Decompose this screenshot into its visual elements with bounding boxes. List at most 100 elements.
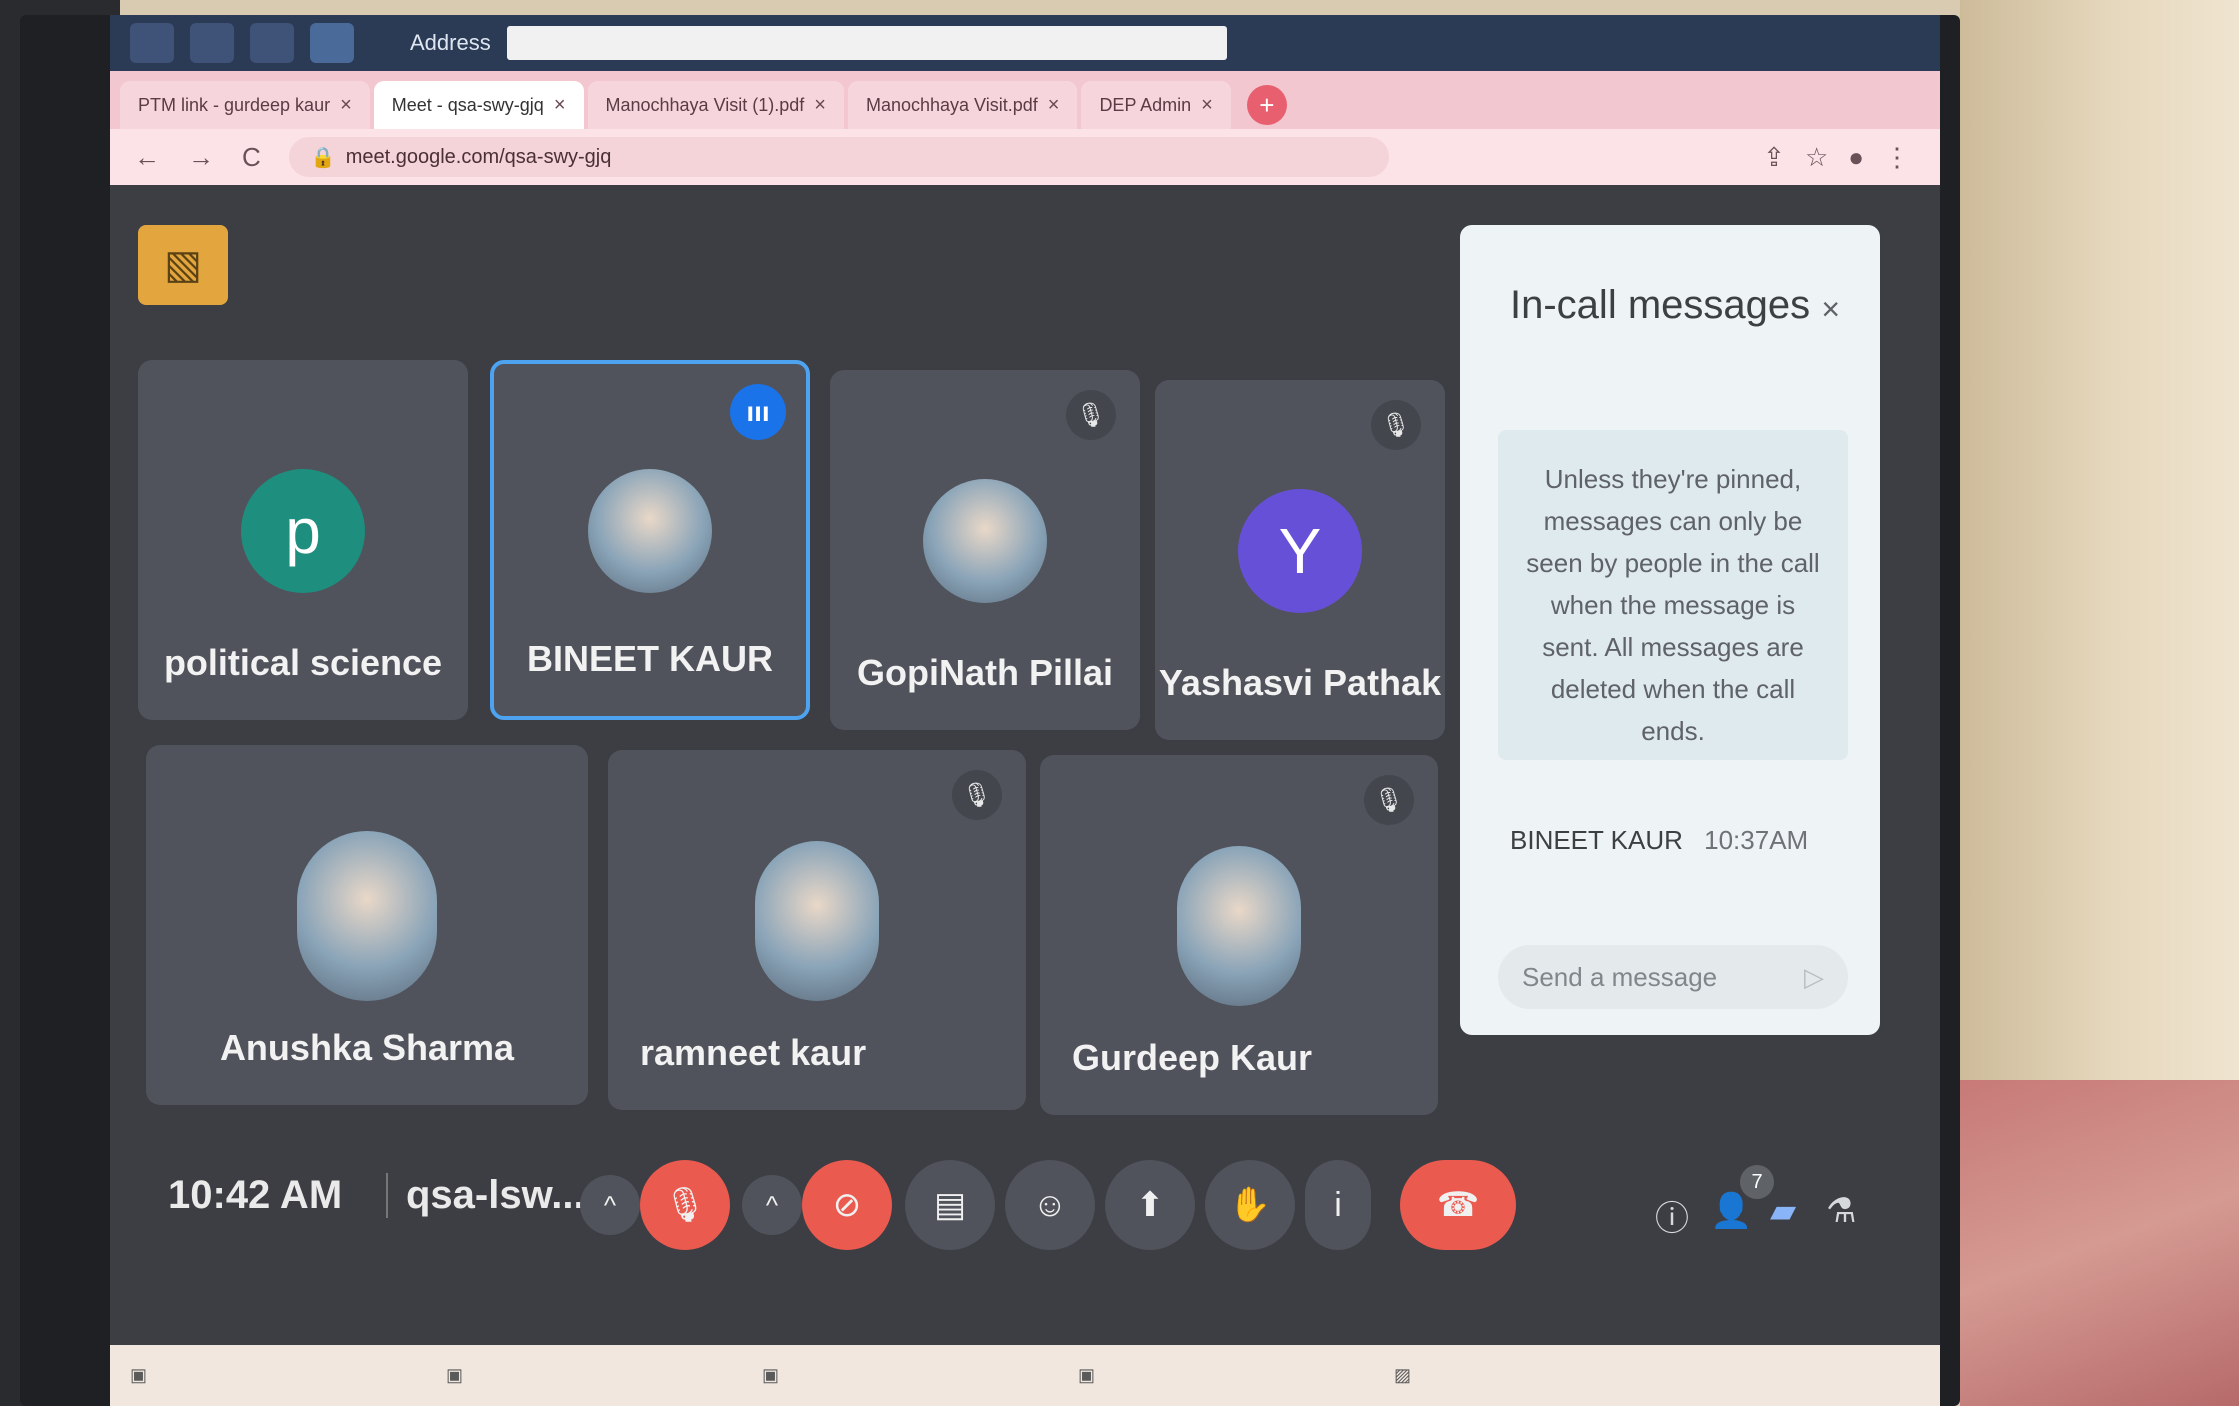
- address-label: Address: [410, 30, 491, 55]
- tab-label: PTM link - gurdeep kaur: [138, 94, 331, 115]
- downloads-bar: ▣ ▣ ▣ ▣ ▨: [110, 1345, 1940, 1406]
- tab-manochhaya-visit[interactable]: Manochhaya Visit.pdf ×: [847, 81, 1078, 129]
- tab-label: Meet - qsa-swy-gjq: [391, 94, 544, 115]
- forward-icon[interactable]: →: [188, 142, 214, 173]
- mic-off-button[interactable]: 🎙: [640, 1160, 730, 1250]
- avatar: p: [241, 469, 365, 593]
- pdf-icon: ▣: [762, 1365, 780, 1385]
- raise-hand-button[interactable]: ✋: [1205, 1160, 1295, 1250]
- host-controls-icon[interactable]: ▧: [138, 225, 228, 305]
- back-icon[interactable]: ←: [134, 142, 160, 173]
- tab-meet[interactable]: Meet - qsa-swy-gjq ×: [373, 81, 584, 129]
- participant-name: Yashasvi Pathak: [1158, 662, 1442, 703]
- participant-tile-active[interactable]: ııı BINEET KAUR: [490, 360, 810, 720]
- participant-tile[interactable]: 🎙 GopiNath Pillai: [830, 370, 1140, 730]
- in-call-messages-panel: In-call messages × Unless they're pinned…: [1460, 225, 1880, 1035]
- send-icon[interactable]: ▷: [1804, 962, 1824, 993]
- avatar: Y: [1238, 489, 1362, 613]
- chat-notice: Unless they're pinned, messages can only…: [1498, 430, 1848, 760]
- tab-label: Manochhaya Visit.pdf: [865, 94, 1038, 115]
- participant-tile[interactable]: p political science: [138, 360, 468, 720]
- participant-tile[interactable]: 🎙 Gurdeep Kaur: [1040, 755, 1438, 1115]
- people-icon[interactable]: 👤: [1710, 1191, 1752, 1231]
- avatar: [755, 841, 879, 1001]
- video-options-chevron-icon[interactable]: ^: [742, 1175, 802, 1235]
- meet-stage: ▧ p political science ııı BINEET KAUR 🎙 …: [110, 185, 1940, 1406]
- image-file-icon: ▨: [1394, 1365, 1412, 1385]
- profile-icon[interactable]: ●: [1848, 142, 1864, 173]
- participant-name: ramneet kaur: [640, 1032, 867, 1073]
- menu-icon[interactable]: ⋮: [1884, 142, 1910, 173]
- url-text: meet.google.com/qsa-swy-gjq: [345, 145, 612, 168]
- address-field[interactable]: [506, 26, 1227, 60]
- reload-icon[interactable]: C: [242, 142, 261, 173]
- end-call-button[interactable]: ☎: [1400, 1160, 1516, 1250]
- participant-name: GopiNath Pillai: [856, 652, 1114, 693]
- mic-off-icon: 🎙: [1371, 400, 1421, 450]
- message-header: BINEET KAUR 10:37AM: [1510, 825, 1808, 856]
- mic-off-icon: 🎙: [1066, 390, 1116, 440]
- captions-button[interactable]: ▤: [905, 1160, 995, 1250]
- tab-label: DEP Admin: [1099, 94, 1192, 115]
- new-tab-button[interactable]: +: [1246, 85, 1287, 125]
- taskbar-app-icon[interactable]: [130, 23, 174, 63]
- close-icon[interactable]: ×: [554, 94, 566, 117]
- tab-dep-admin[interactable]: DEP Admin ×: [1081, 81, 1231, 129]
- taskbar-app-icon[interactable]: [190, 23, 234, 63]
- participant-tile[interactable]: Anushka Sharma: [146, 745, 588, 1105]
- panel-title: In-call messages: [1510, 283, 1811, 327]
- close-icon[interactable]: ×: [1821, 291, 1840, 328]
- avatar: [1177, 846, 1301, 1006]
- audio-options-chevron-icon[interactable]: ^: [580, 1175, 640, 1235]
- meeting-details-icon[interactable]: ⓘ: [1655, 1191, 1689, 1240]
- activities-icon[interactable]: ⚗: [1826, 1191, 1856, 1231]
- participant-tile[interactable]: 🎙 ramneet kaur: [608, 750, 1026, 1110]
- participant-tile[interactable]: 🎙 Y Yashasvi Pathak: [1155, 380, 1445, 740]
- background-cloth: [1960, 1080, 2239, 1406]
- pdf-icon: ▣: [130, 1365, 148, 1385]
- more-options-button[interactable]: i: [1305, 1160, 1371, 1250]
- pdf-icon: ▣: [1078, 1365, 1096, 1385]
- lock-icon: 🔒: [310, 146, 336, 169]
- screen: Address PTM link - gurdeep kaur × Meet -…: [110, 15, 1940, 1406]
- meeting-controls-bar: 10:42 AM qsa-lsw... ^ 🎙 ^ ⊘ ▤ ☺ ⬆ ✋ i ☎ …: [110, 1125, 1940, 1255]
- present-button[interactable]: ⬆: [1105, 1160, 1195, 1250]
- participant-name: Gurdeep Kaur: [1072, 1037, 1313, 1078]
- message-time: 10:37AM: [1704, 825, 1809, 855]
- browser-tabstrip: PTM link - gurdeep kaur × Meet - qsa-swy…: [110, 71, 1940, 129]
- avatar: [588, 469, 712, 593]
- tab-label: Manochhaya Visit (1).pdf: [605, 94, 805, 115]
- chat-icon[interactable]: ▰: [1770, 1191, 1796, 1231]
- taskbar-chrome-icon[interactable]: [310, 23, 354, 63]
- star-icon[interactable]: ☆: [1805, 142, 1828, 173]
- close-icon[interactable]: ×: [814, 94, 826, 117]
- download-item[interactable]: ▣: [762, 1365, 1032, 1386]
- download-item[interactable]: ▣: [130, 1365, 400, 1386]
- participant-count-badge: 7: [1740, 1165, 1774, 1199]
- download-item[interactable]: ▣: [1078, 1365, 1348, 1386]
- pdf-icon: ▣: [446, 1365, 464, 1385]
- taskbar-app-icon[interactable]: [250, 23, 294, 63]
- message-input[interactable]: Send a message ▷: [1498, 945, 1848, 1009]
- participant-name: political science: [163, 642, 443, 683]
- share-icon[interactable]: ⇪: [1763, 142, 1785, 173]
- browser-toolbar: ← → C 🔒 meet.google.com/qsa-swy-gjq ⇪ ☆ …: [110, 129, 1940, 185]
- download-item[interactable]: ▨: [1394, 1365, 1664, 1386]
- mic-off-icon: 🎙: [952, 770, 1002, 820]
- close-icon[interactable]: ×: [1201, 94, 1213, 117]
- emoji-button[interactable]: ☺: [1005, 1160, 1095, 1250]
- camera-off-button[interactable]: ⊘: [802, 1160, 892, 1250]
- tab-ptm-link[interactable]: PTM link - gurdeep kaur ×: [120, 81, 370, 129]
- avatar: [923, 479, 1047, 603]
- meeting-code[interactable]: qsa-lsw...: [386, 1173, 585, 1218]
- url-bar[interactable]: 🔒 meet.google.com/qsa-swy-gjq: [288, 137, 1389, 177]
- download-item[interactable]: ▣: [446, 1365, 716, 1386]
- message-placeholder: Send a message: [1522, 961, 1718, 992]
- speaking-indicator-icon: ııı: [730, 384, 786, 440]
- avatar: [297, 831, 437, 1001]
- close-icon[interactable]: ×: [340, 94, 352, 117]
- meeting-time: 10:42 AM: [168, 1173, 343, 1217]
- tab-manochhaya-visit-1[interactable]: Manochhaya Visit (1).pdf ×: [587, 81, 844, 129]
- close-icon[interactable]: ×: [1048, 94, 1060, 117]
- os-taskbar: Address: [110, 15, 1940, 71]
